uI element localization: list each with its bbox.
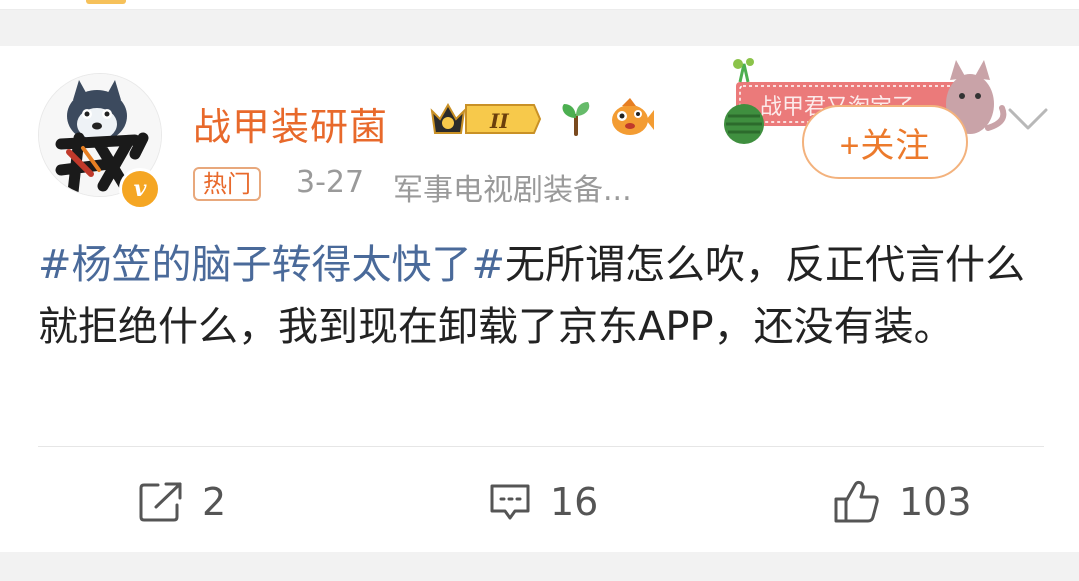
verified-badge: v (119, 168, 161, 210)
action-divider (38, 446, 1044, 447)
card-separator (0, 10, 1079, 46)
fish-icon[interactable] (608, 96, 654, 140)
comment-button[interactable]: 16 (488, 476, 598, 528)
like-button[interactable]: 103 (833, 476, 972, 528)
badge-level-text: II (489, 109, 509, 133)
chevron-down-icon[interactable] (1006, 104, 1050, 134)
follow-button[interactable]: +关注 (802, 105, 968, 179)
sprout-icon[interactable] (556, 98, 596, 138)
previous-card-bottom (0, 0, 1079, 10)
comment-count: 16 (550, 480, 599, 524)
username[interactable]: 战甲装研菌 (193, 96, 388, 151)
post-content: #杨笠的脑子转得太快了#无所谓怎么吹，反正代言什么就拒绝什么，我到现在卸载了京东… (38, 234, 1048, 358)
repost-count: 2 (202, 480, 227, 524)
comment-icon (490, 484, 530, 520)
hashtag-link[interactable]: #杨笠的脑子转得太快了# (38, 242, 505, 288)
weibo-post-card[interactable]: v 战甲装研菌 II 热门 3-27 军事电视剧装备... +关注 #杨笠的脑子… (0, 46, 1079, 581)
repost-button[interactable]: 2 (138, 476, 226, 528)
thumbs-up-icon (834, 480, 879, 523)
post-source[interactable]: 军事电视剧装备... (393, 165, 678, 209)
feed-page: v 战甲装研菌 II 热门 3-27 军事电视剧装备... +关注 #杨笠的脑子… (0, 0, 1079, 581)
like-count: 103 (899, 480, 972, 524)
previous-card-chip (86, 0, 126, 4)
share-icon (139, 482, 182, 522)
hot-tag: 热门 (193, 167, 261, 201)
post-date: 3-27 (296, 165, 365, 200)
card-bottom-separator (0, 552, 1079, 581)
member-level-badge[interactable]: II (428, 97, 543, 141)
